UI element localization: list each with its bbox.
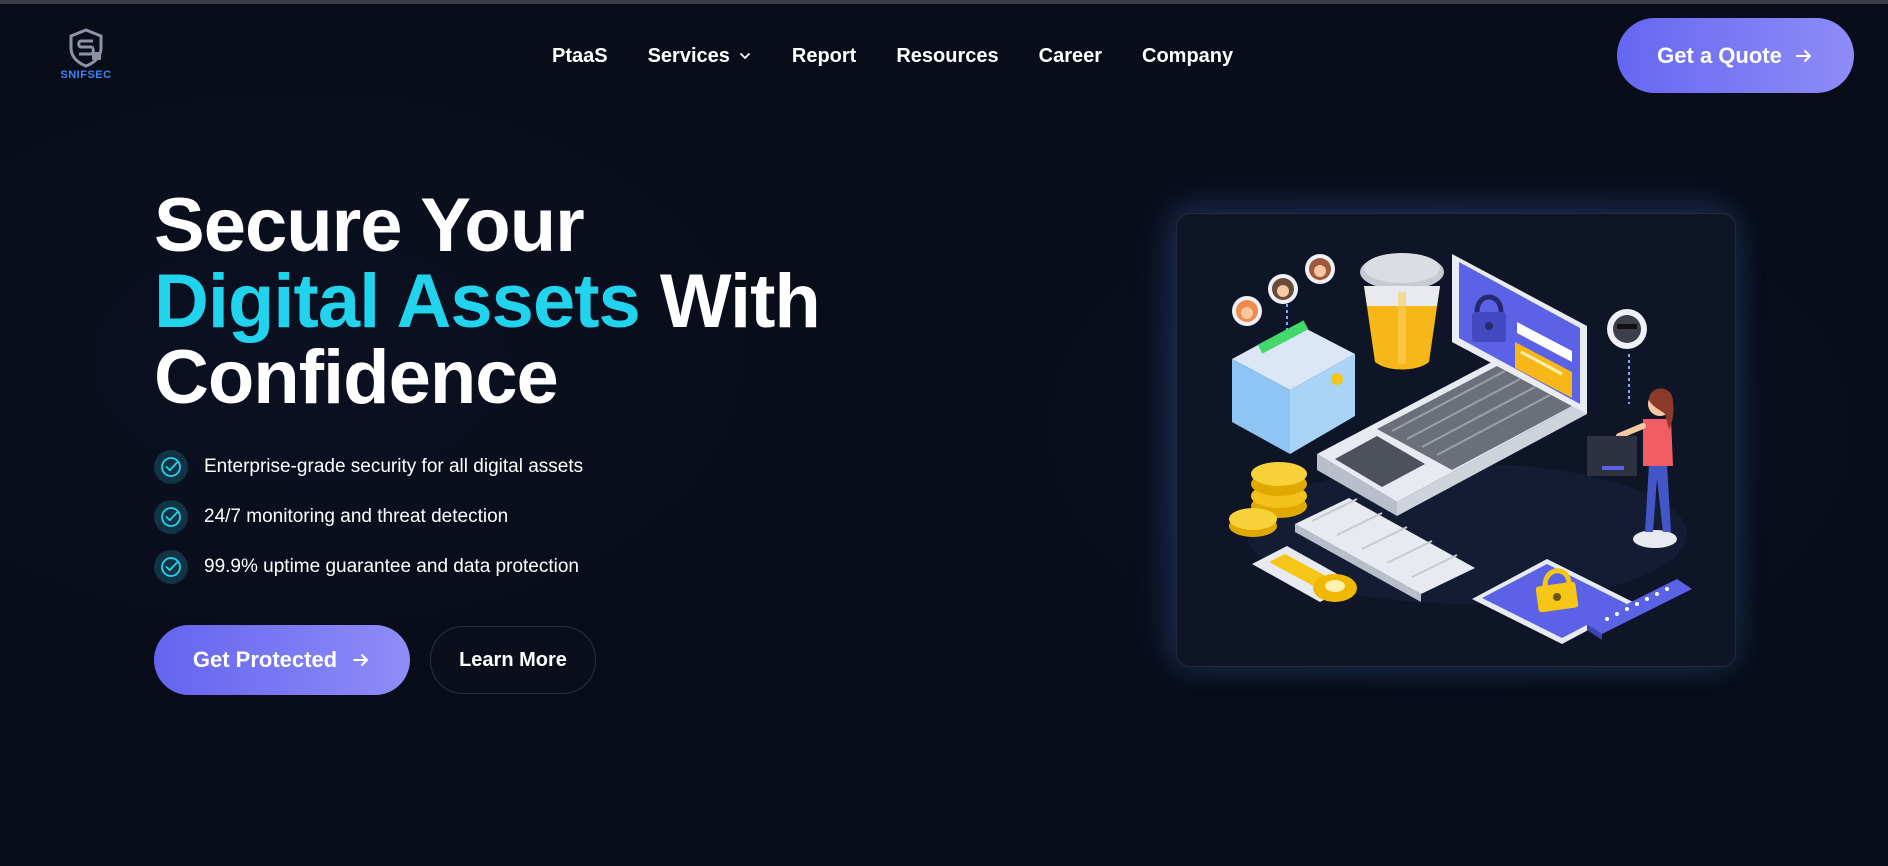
shield-logo-icon xyxy=(69,28,103,68)
nav-item-label: Report xyxy=(791,44,857,67)
feature-item: Enterprise-grade security for all digita… xyxy=(154,450,583,484)
wallet-icon xyxy=(1232,320,1355,454)
feature-item: 24/7 monitoring and threat detection xyxy=(154,500,583,534)
hero-title-line-3: Confidence xyxy=(154,335,559,420)
nav-item-career[interactable]: Career xyxy=(1039,45,1102,68)
nav-item-label: Company xyxy=(1142,44,1234,67)
nav-item-services[interactable]: Services xyxy=(648,45,752,68)
hero-title: Secure Your Digital Assets With Confiden… xyxy=(154,183,821,420)
illustration-card xyxy=(1176,213,1736,667)
hero-title-line-1: Secure Your xyxy=(154,183,585,268)
nav-item-label: PtaaS xyxy=(552,44,608,67)
coffee-cup-icon xyxy=(1360,253,1444,370)
feature-text: 24/7 monitoring and threat detection xyxy=(204,506,509,527)
nav-item-resources[interactable]: Resources xyxy=(896,45,998,68)
feature-item: 99.9% uptime guarantee and data protecti… xyxy=(154,550,583,584)
hacker-avatar-icon xyxy=(1607,309,1647,404)
main-nav: PtaaS Services Report Resources Career C… xyxy=(552,44,1273,68)
user-avatar-icon xyxy=(1232,254,1335,332)
feature-text: 99.9% uptime guarantee and data protecti… xyxy=(204,556,579,577)
nav-item-label: Career xyxy=(1038,44,1103,67)
nav-item-report[interactable]: Report xyxy=(792,45,856,68)
nav-item-ptaas[interactable]: PtaaS xyxy=(552,45,608,68)
learn-more-button[interactable]: Learn More xyxy=(430,626,596,694)
nav-item-label: Services xyxy=(647,44,730,67)
get-quote-button[interactable]: Get a Quote xyxy=(1617,18,1854,93)
chevron-down-icon xyxy=(739,53,750,59)
get-protected-button[interactable]: Get Protected xyxy=(154,625,410,695)
brand-name: SNIFSEC xyxy=(60,69,112,81)
hero-title-line-2: Digital Assets With xyxy=(154,264,821,340)
nav-item-label: Resources xyxy=(896,44,999,67)
arrow-right-icon xyxy=(1795,49,1811,62)
get-quote-label: Get a Quote xyxy=(1657,42,1782,68)
arrow-right-icon xyxy=(353,654,369,666)
check-circle-icon xyxy=(154,550,188,584)
feature-list: Enterprise-grade security for all digita… xyxy=(154,450,583,600)
feature-text: Enterprise-grade security for all digita… xyxy=(204,456,584,477)
get-protected-label: Get Protected xyxy=(192,647,338,672)
check-circle-icon xyxy=(154,500,188,534)
hero-title-line-2-rest: With xyxy=(639,259,821,344)
hero-title-accent: Digital Assets xyxy=(154,259,641,344)
brand-logo[interactable]: SNIFSEC xyxy=(54,28,118,86)
learn-more-label: Learn More xyxy=(459,648,567,671)
check-circle-icon xyxy=(154,450,188,484)
nav-item-company[interactable]: Company xyxy=(1142,45,1233,68)
security-illustration xyxy=(1229,253,1692,644)
